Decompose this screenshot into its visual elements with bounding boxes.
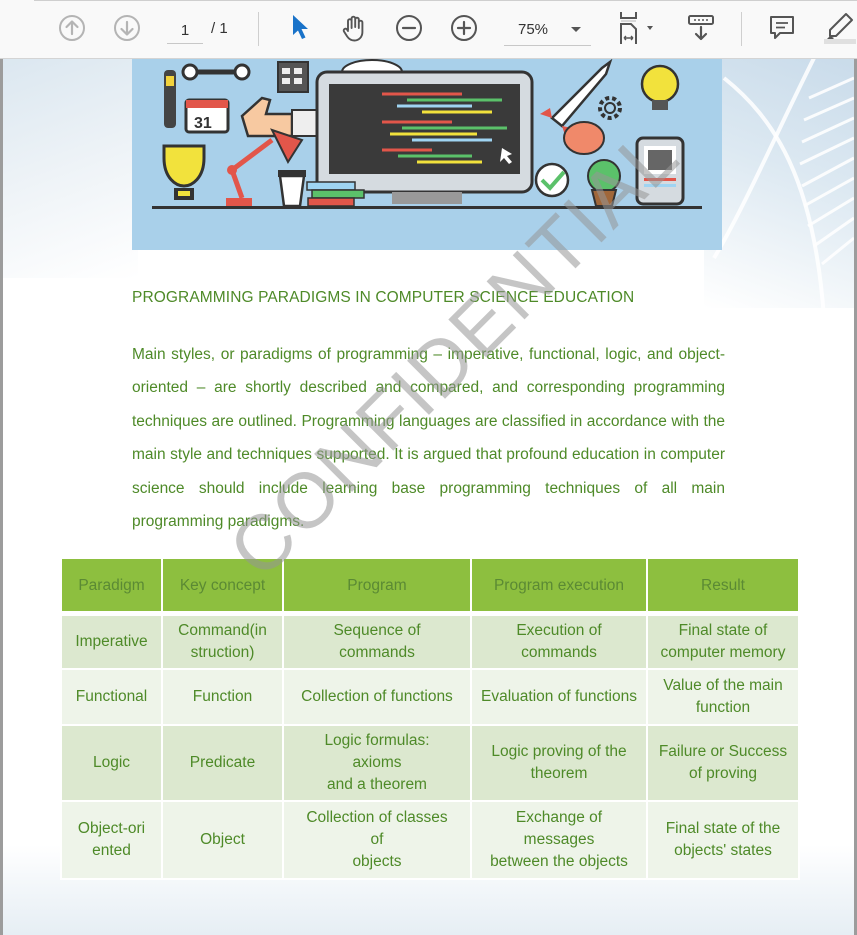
table-cell: Object (161, 800, 284, 880)
scroll-mode-button[interactable] (684, 11, 718, 45)
table-cell: Predicate (161, 724, 284, 802)
pointer-arrow-icon (288, 13, 312, 43)
table-cell: Collection of classes of objects (282, 800, 472, 880)
page-number-input[interactable] (167, 17, 203, 44)
zoom-level-value: 75% (518, 21, 549, 38)
document-abstract: Main styles, or paradigms of programming… (132, 346, 725, 531)
next-page-button[interactable] (110, 11, 144, 45)
zoom-out-button[interactable] (392, 11, 426, 45)
table-row: Functional Function Collection of functi… (60, 668, 800, 726)
table-cell: Value of the main function (646, 668, 800, 726)
zoom-level-dropdown[interactable]: 75% (504, 15, 591, 46)
highlighter-icon (820, 12, 856, 44)
paradigms-table: Paradigm Key concept Program Program exe… (60, 559, 800, 880)
column-header-result: Result (646, 559, 800, 615)
table-row: Logic Predicate Logic formulas: axioms a… (60, 724, 800, 802)
fit-page-icon (614, 11, 658, 45)
table-cell: Object-ori ented (60, 800, 163, 880)
table-cell: Logic (60, 724, 163, 802)
table-cell: Final state of the objects' states (646, 800, 800, 880)
toolbar-top-border (34, 0, 857, 1)
arrow-up-circle-icon (58, 14, 86, 42)
table-cell: Collection of functions (282, 668, 472, 726)
svg-text:31: 31 (194, 115, 212, 132)
previous-page-button[interactable] (55, 11, 89, 45)
table-cell: Logic formulas: axioms and a theorem (282, 724, 472, 802)
hand-icon (339, 13, 369, 43)
table-cell: Evaluation of functions (470, 668, 648, 726)
total-pages-label: / 1 (211, 20, 228, 37)
highlight-button[interactable] (818, 11, 857, 45)
document-viewport[interactable]: 31 PROGRAMMING PARADIGMS IN COMPUTER SCI… (0, 58, 857, 935)
table-cell: Execution of commands (470, 611, 648, 670)
table-cell: Sequence of commands (282, 611, 472, 670)
hand-tool-button[interactable] (337, 11, 371, 45)
select-tool-button[interactable] (283, 11, 317, 45)
background-decoration (704, 58, 854, 308)
table-cell: Imperative (60, 611, 163, 670)
table-cell: Function (161, 668, 284, 726)
table-header-row: Paradigm Key concept Program Program exe… (60, 559, 800, 615)
column-header-program: Program (282, 559, 472, 615)
table-cell: Functional (60, 668, 163, 726)
pdf-toolbar: / 1 75% (0, 0, 857, 59)
comment-icon (767, 13, 797, 43)
plus-circle-icon (450, 14, 478, 42)
arrow-down-circle-icon (113, 14, 141, 42)
column-header-paradigm: Paradigm (60, 559, 163, 615)
document-title: PROGRAMMING PARADIGMS IN COMPUTER SCIENC… (132, 289, 635, 306)
toolbar-divider (741, 12, 742, 46)
table-row: Object-ori ented Object Collection of cl… (60, 800, 800, 880)
table-cell: Final state of computer memory (646, 611, 800, 670)
table-cell: Command(in struction) (161, 611, 284, 670)
minus-circle-icon (395, 14, 423, 42)
table-row: Imperative Command(in struction) Sequenc… (60, 611, 800, 670)
toolbar-divider (258, 12, 259, 46)
background-decoration (3, 58, 138, 278)
scroll-mode-icon (686, 13, 716, 43)
zoom-in-button[interactable] (447, 11, 481, 45)
column-header-program-execution: Program execution (470, 559, 648, 615)
table-cell: Exchange of messages between the objects (470, 800, 648, 880)
table-cell: Logic proving of the theorem (470, 724, 648, 802)
banner-illustration: 31 (132, 58, 722, 250)
column-header-key-concept: Key concept (161, 559, 284, 615)
pdf-page: 31 PROGRAMMING PARADIGMS IN COMPUTER SCI… (3, 58, 854, 935)
fit-page-button[interactable] (612, 11, 660, 45)
table-cell: Failure or Success of proving (646, 724, 800, 802)
chevron-down-icon (571, 27, 581, 32)
programming-workspace-illustration: 31 (152, 58, 702, 209)
comment-button[interactable] (765, 11, 799, 45)
